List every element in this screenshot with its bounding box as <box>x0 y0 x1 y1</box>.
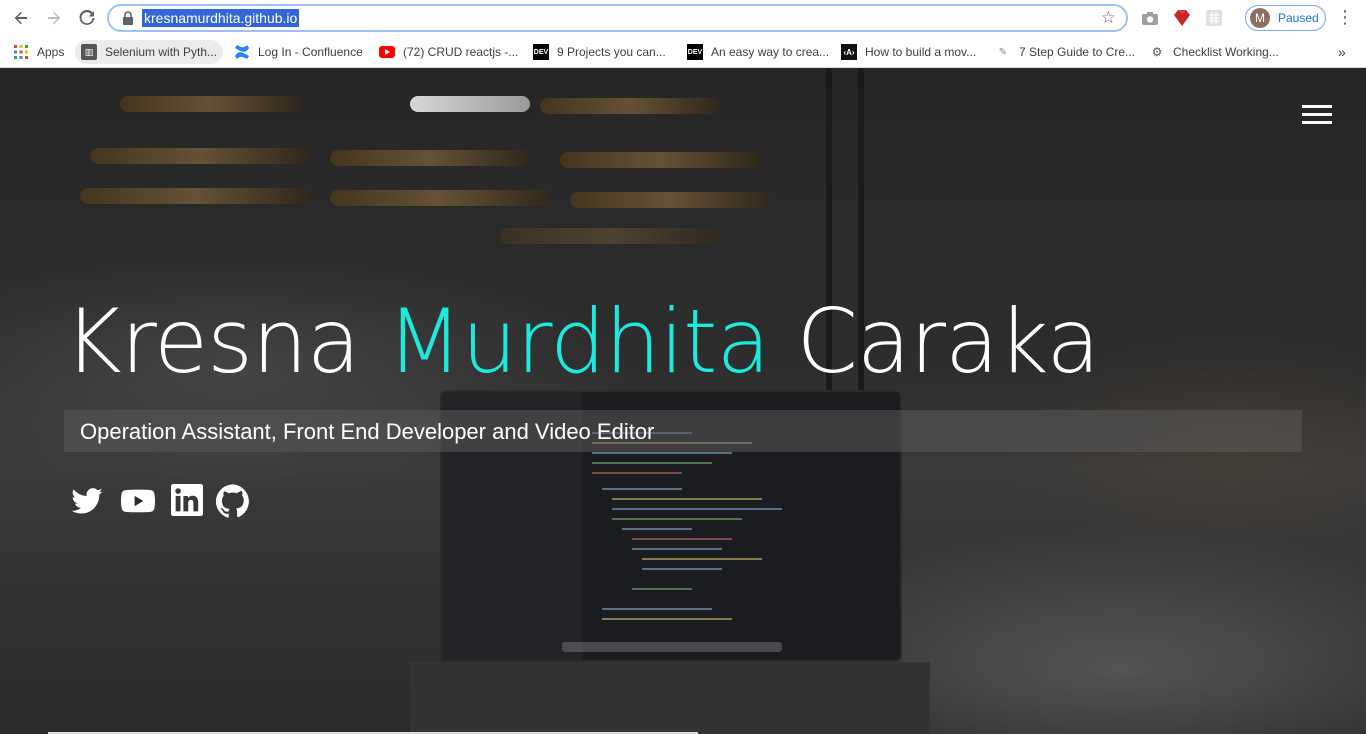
back-button[interactable] <box>9 6 33 30</box>
menu-bar <box>1302 113 1332 116</box>
reload-icon <box>79 10 95 25</box>
profile-status: Paused <box>1278 11 1319 25</box>
window-slat <box>90 148 310 164</box>
book-icon: ▥ <box>81 44 97 60</box>
menu-bar <box>1302 105 1332 108</box>
bookmarks-bar: Apps ▥ Selenium with Pyth... Log In - Co… <box>0 36 1366 68</box>
github-icon[interactable] <box>215 484 250 518</box>
ruby-extension-icon[interactable] <box>1173 9 1191 27</box>
window-slat <box>560 152 760 168</box>
window-slat <box>120 96 300 112</box>
twitter-icon[interactable] <box>70 484 104 518</box>
reload-button[interactable] <box>75 6 99 30</box>
hamburger-menu-icon[interactable] <box>1302 105 1332 125</box>
address-bar[interactable]: kresnamurdhita.github.io ☆ <box>107 4 1128 32</box>
lock-icon <box>123 11 133 25</box>
code-line <box>642 558 762 560</box>
code-line <box>602 488 682 490</box>
dev-icon: DEV <box>533 44 549 60</box>
bookmark-label: Apps <box>37 45 65 59</box>
browser-toolbar: kresnamurdhita.github.io ☆ M Paused ⋮ <box>0 0 1366 36</box>
bookmark-label: An easy way to crea... <box>711 45 830 59</box>
window-slat <box>500 228 720 244</box>
bookmark-label: Checklist Working... <box>1173 45 1279 59</box>
bookmark-label: 9 Projects you can... <box>557 45 666 59</box>
bookmark-youtube[interactable]: (72) CRUD reactjs -... <box>379 40 518 64</box>
code-line <box>592 452 732 454</box>
bookmark-step-guide[interactable]: ✎ 7 Step Guide to Cre... <box>995 40 1135 64</box>
laptop-keyboard <box>410 662 930 734</box>
guide-icon: ✎ <box>998 46 1008 58</box>
app-dock <box>562 642 782 652</box>
code-line <box>642 568 722 570</box>
code-line <box>632 538 732 540</box>
linkedin-icon[interactable] <box>171 484 205 518</box>
dev-icon: DEV <box>687 44 703 60</box>
forward-button[interactable] <box>42 6 66 30</box>
window-slat <box>540 98 720 114</box>
bookmark-label: Selenium with Pyth... <box>105 45 218 59</box>
code-line <box>612 518 742 520</box>
back-arrow-icon <box>14 11 27 25</box>
bookmark-label: (72) CRUD reactjs -... <box>403 45 519 59</box>
apps-grid-icon <box>13 44 29 60</box>
hero-subtitle: Operation Assistant, Front End Developer… <box>80 419 655 444</box>
camera-extension-icon[interactable] <box>1141 9 1159 27</box>
grid-extension-icon[interactable] <box>1205 9 1223 27</box>
code-line <box>632 548 722 550</box>
bookmark-star-icon[interactable]: ☆ <box>1101 8 1116 28</box>
code-line <box>592 472 682 474</box>
window-slat <box>330 190 550 206</box>
code-line <box>592 462 712 464</box>
bookmark-label: How to build a mov... <box>865 45 977 59</box>
code-line <box>632 588 692 590</box>
gear-icon: ⚙ <box>1151 45 1163 59</box>
avatar: M <box>1250 8 1270 28</box>
youtube-icon[interactable] <box>120 484 155 518</box>
code-line <box>602 608 712 610</box>
bookmark-selenium[interactable]: ▥ Selenium with Pyth... <box>75 40 224 64</box>
window-slat <box>570 192 770 208</box>
code-line <box>602 618 732 620</box>
bookmark-label: 7 Step Guide to Cre... <box>1019 45 1136 59</box>
name-last: Caraka <box>769 290 1100 393</box>
confluence-icon <box>234 44 250 60</box>
url-text[interactable]: kresnamurdhita.github.io <box>142 9 300 27</box>
bookmark-confluence[interactable]: Log In - Confluence <box>234 40 363 64</box>
window-slat <box>410 96 530 112</box>
forward-arrow-icon <box>48 11 61 25</box>
bookmark-dev-easy-way[interactable]: DEV An easy way to crea... <box>687 40 829 64</box>
code-line <box>612 508 782 510</box>
bookmark-apps[interactable]: Apps <box>13 40 64 64</box>
window-slat <box>330 150 530 166</box>
code-line <box>612 498 762 500</box>
bookmark-checklist[interactable]: ⚙ Checklist Working... <box>1149 40 1279 64</box>
bookmark-label: Log In - Confluence <box>258 45 363 59</box>
code-line <box>622 528 692 530</box>
profile-button[interactable]: M Paused <box>1245 5 1326 31</box>
code-brackets-icon: ‹A› <box>841 44 857 60</box>
bookmark-build-movie[interactable]: ‹A› How to build a mov... <box>841 40 976 64</box>
name-first: Kresna <box>64 290 387 393</box>
bookmark-dev-projects[interactable]: DEV 9 Projects you can... <box>533 40 666 64</box>
name-middle: Murdhita <box>386 290 771 393</box>
bookmarks-overflow-button[interactable]: » <box>1338 40 1346 64</box>
browser-menu-icon[interactable]: ⋮ <box>1336 8 1354 26</box>
hero-section: Kresna Murdhita Caraka Operation Assista… <box>0 68 1366 734</box>
menu-bar <box>1302 121 1332 124</box>
window-slat <box>80 188 310 204</box>
hero-name: Kresna Murdhita Caraka <box>64 290 1100 394</box>
subtitle-banner: Operation Assistant, Front End Developer… <box>64 410 1302 452</box>
youtube-icon <box>379 44 395 60</box>
